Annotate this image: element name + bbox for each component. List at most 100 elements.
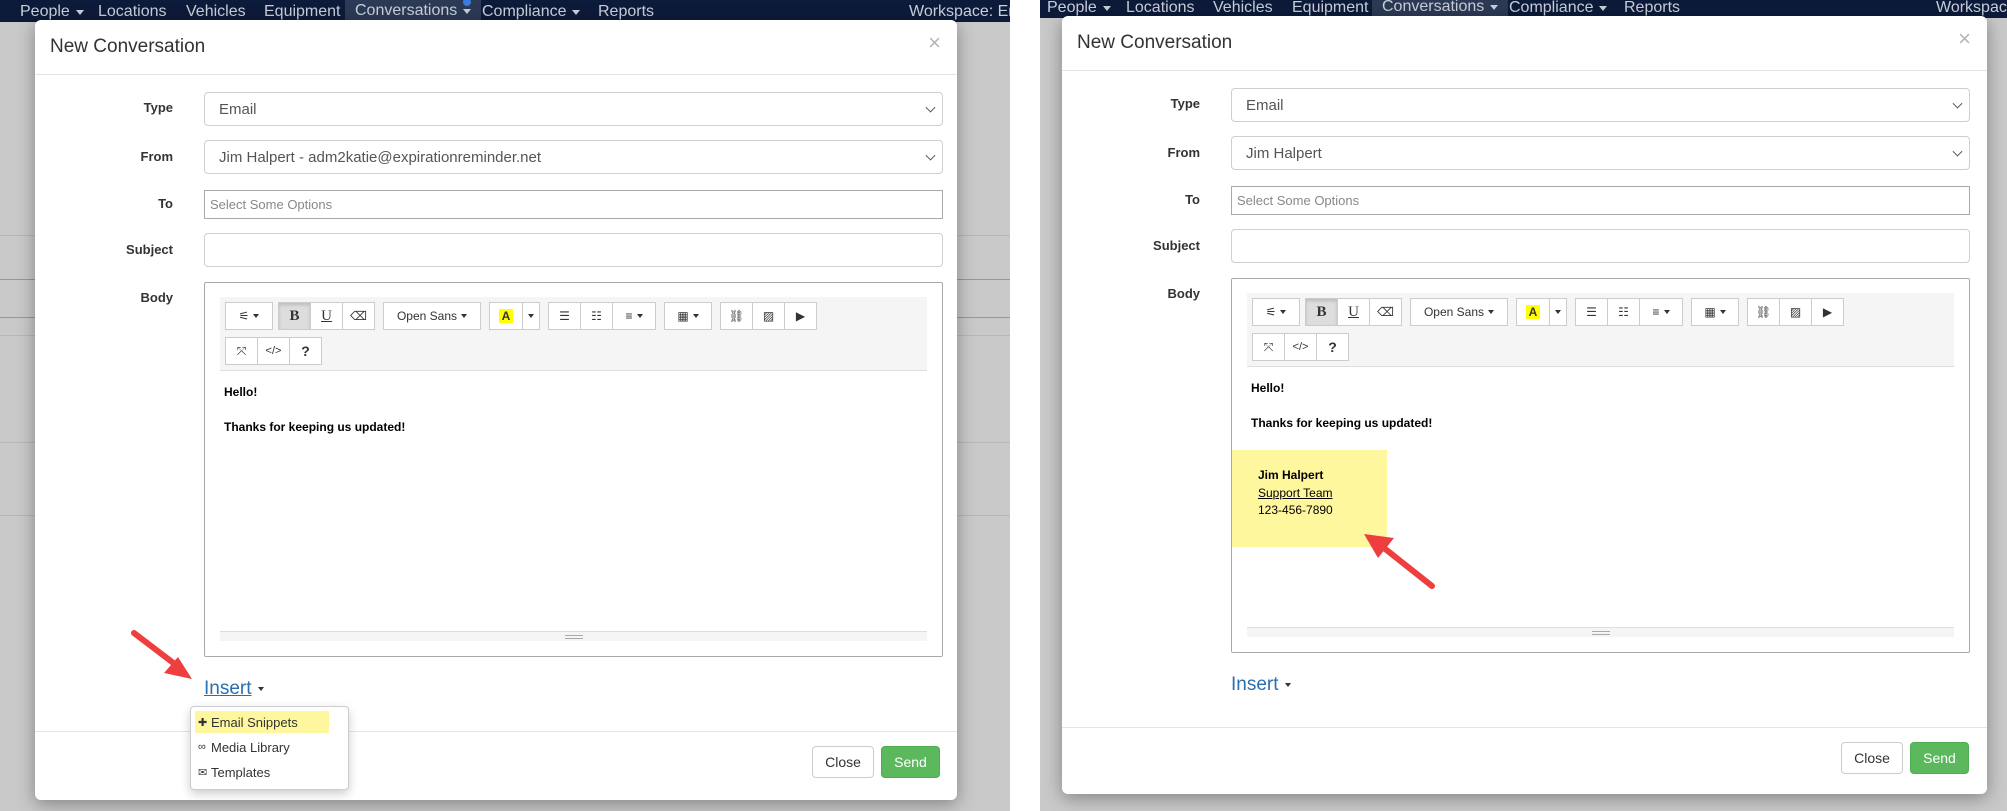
link-button[interactable]: ⛓ [720, 302, 753, 330]
editor-toolbar: ⚟ B U ⌫ Open Sans A ☰ ☷ ≡ ▦ ⛓ ▨ ▶ ⤧ </> … [1247, 293, 1954, 367]
caret-down-icon [1490, 4, 1499, 10]
menu-item-email-snippets[interactable]: ✚ Email Snippets [195, 711, 329, 733]
editor-toolbar: ⚟ B U ⌫ Open Sans A ☰ ☷ ≡ ▦ ⛓ ▨ ▶ ⤧ </> … [220, 297, 927, 371]
notification-badge [463, 0, 472, 6]
insert-dropdown-menu: ✚ Email Snippets ∞ Media Library ✉ Template… [190, 706, 349, 790]
underline-button[interactable]: U [310, 302, 343, 330]
caret-down-icon [1719, 310, 1726, 314]
insert-dropdown-link[interactable]: Insert [1231, 674, 1291, 696]
editor-content[interactable]: Hello! Thanks for keeping us updated! [224, 385, 932, 434]
to-input[interactable]: Select Some Options [1231, 186, 1970, 215]
body-line-1: Hello! [1251, 381, 1285, 395]
help-button[interactable]: ? [1316, 333, 1349, 361]
body-line-2: Thanks for keeping us updated! [224, 420, 406, 434]
menu-item-templates[interactable]: ✉ Templates [195, 761, 270, 783]
table-button[interactable]: ▦ [1691, 298, 1739, 326]
numbered-list-button[interactable]: ☷ [580, 302, 613, 330]
font-family-dropdown[interactable]: Open Sans [383, 302, 481, 330]
insert-dropdown-link[interactable]: Insert [204, 678, 264, 700]
table-button[interactable]: ▦ [664, 302, 712, 330]
send-button[interactable]: Send [881, 746, 940, 778]
from-select[interactable]: Jim Halpert - adm2katie@expirationremind… [204, 140, 943, 174]
picture-button[interactable]: ▨ [752, 302, 785, 330]
body-line-2: Thanks for keeping us updated! [1251, 416, 1433, 430]
signature-team: Support Team [1258, 486, 1333, 500]
subject-label: Subject [1153, 238, 1200, 253]
annotation-arrow-icon [1364, 534, 1435, 589]
color-dropdown-button[interactable] [1549, 298, 1567, 326]
from-select[interactable]: Jim Halpert [1231, 136, 1970, 170]
bold-button[interactable]: B [1305, 298, 1338, 326]
text-color-button[interactable]: A [1516, 298, 1550, 326]
paragraph-align-button[interactable]: ≡ [612, 302, 656, 330]
fullscreen-button[interactable]: ⤧ [1252, 333, 1285, 361]
nav-compliance[interactable]: Compliance [482, 2, 581, 22]
magic-style-button[interactable]: ⚟ [1252, 298, 1300, 326]
close-icon[interactable]: × [928, 30, 941, 56]
paragraph-align-button[interactable]: ≡ [1639, 298, 1683, 326]
video-button[interactable]: ▶ [784, 302, 817, 330]
send-button[interactable]: Send [1910, 742, 1969, 774]
body-editor: ⚟ B U ⌫ Open Sans A ☰ ☷ ≡ ▦ ⛓ ▨ ▶ ⤧ </> … [204, 282, 943, 657]
new-conversation-modal: New Conversation × Type Email From Jim H… [35, 20, 957, 800]
fullscreen-button[interactable]: ⤧ [225, 337, 258, 365]
resize-grip-icon [1591, 631, 1610, 635]
magic-style-button[interactable]: ⚟ [225, 302, 273, 330]
body-editor: ⚟ B U ⌫ Open Sans A ☰ ☷ ≡ ▦ ⛓ ▨ ▶ ⤧ </> … [1231, 278, 1970, 653]
type-label: Type [1170, 96, 1200, 111]
editor-content[interactable]: Hello! Thanks for keeping us updated! [1251, 381, 1959, 430]
caret-down-icon [1663, 310, 1670, 314]
code-view-button[interactable]: </> [1284, 333, 1317, 361]
numbered-list-button[interactable]: ☷ [1607, 298, 1640, 326]
menu-item-media-library[interactable]: ∞ Media Library [195, 736, 290, 758]
editor-resize-handle[interactable] [220, 631, 927, 641]
bullet-list-button[interactable]: ☰ [548, 302, 581, 330]
caret-down-icon [461, 314, 468, 318]
color-dropdown-button[interactable] [522, 302, 540, 330]
link-icon: ⛓ [728, 309, 745, 323]
code-view-button[interactable]: </> [257, 337, 290, 365]
type-select[interactable]: Email [204, 92, 943, 126]
nav-reports[interactable]: Reports [598, 2, 654, 22]
close-button[interactable]: Close [1841, 742, 1903, 774]
eraser-icon[interactable]: ⌫ [342, 302, 375, 330]
subject-input[interactable] [204, 233, 943, 267]
caret-down-icon [1488, 310, 1495, 314]
bold-button[interactable]: B [278, 302, 311, 330]
envelope-icon: ✉ [198, 766, 208, 779]
to-label: To [1185, 192, 1200, 207]
annotation-arrow-icon [131, 630, 192, 679]
underline-button[interactable]: U [1337, 298, 1370, 326]
nav-conversations[interactable]: Conversations [345, 0, 482, 22]
picture-button[interactable]: ▨ [1779, 298, 1812, 326]
subject-input[interactable] [1231, 229, 1970, 263]
video-button[interactable]: ▶ [1811, 298, 1844, 326]
help-icon: ? [1328, 339, 1337, 355]
help-icon: ? [301, 343, 310, 359]
type-select[interactable]: Email [1231, 88, 1970, 122]
text-color-button[interactable]: A [489, 302, 523, 330]
picture-icon: ▨ [762, 309, 775, 323]
close-icon[interactable]: × [1958, 26, 1971, 52]
close-button[interactable]: Close [812, 746, 874, 778]
nav-vehicles[interactable]: Vehicles [186, 2, 246, 22]
nav-people[interactable]: People [20, 2, 84, 22]
fullscreen-icon: ⤧ [236, 343, 247, 358]
nav-equipment[interactable]: Equipment [264, 2, 341, 22]
magic-wand-icon: ⚟ [238, 309, 250, 323]
align-left-icon: ≡ [1652, 305, 1660, 319]
editor-resize-handle[interactable] [1247, 627, 1954, 637]
eraser-icon[interactable]: ⌫ [1369, 298, 1402, 326]
help-button[interactable]: ? [289, 337, 322, 365]
body-label: Body [140, 290, 174, 305]
to-input[interactable]: Select Some Options [204, 190, 943, 219]
caret-down-icon [1599, 5, 1608, 11]
link-button[interactable]: ⛓ [1747, 298, 1780, 326]
workspace-label[interactable]: Workspace: Em [909, 2, 1010, 22]
nav-locations[interactable]: Locations [98, 2, 167, 22]
modal-header: New Conversation × [1062, 16, 1987, 71]
chevron-down-icon [1952, 98, 1963, 109]
font-family-dropdown[interactable]: Open Sans [1410, 298, 1508, 326]
bullet-list-button[interactable]: ☰ [1575, 298, 1608, 326]
signature-phone: 123-456-7890 [1258, 503, 1333, 517]
